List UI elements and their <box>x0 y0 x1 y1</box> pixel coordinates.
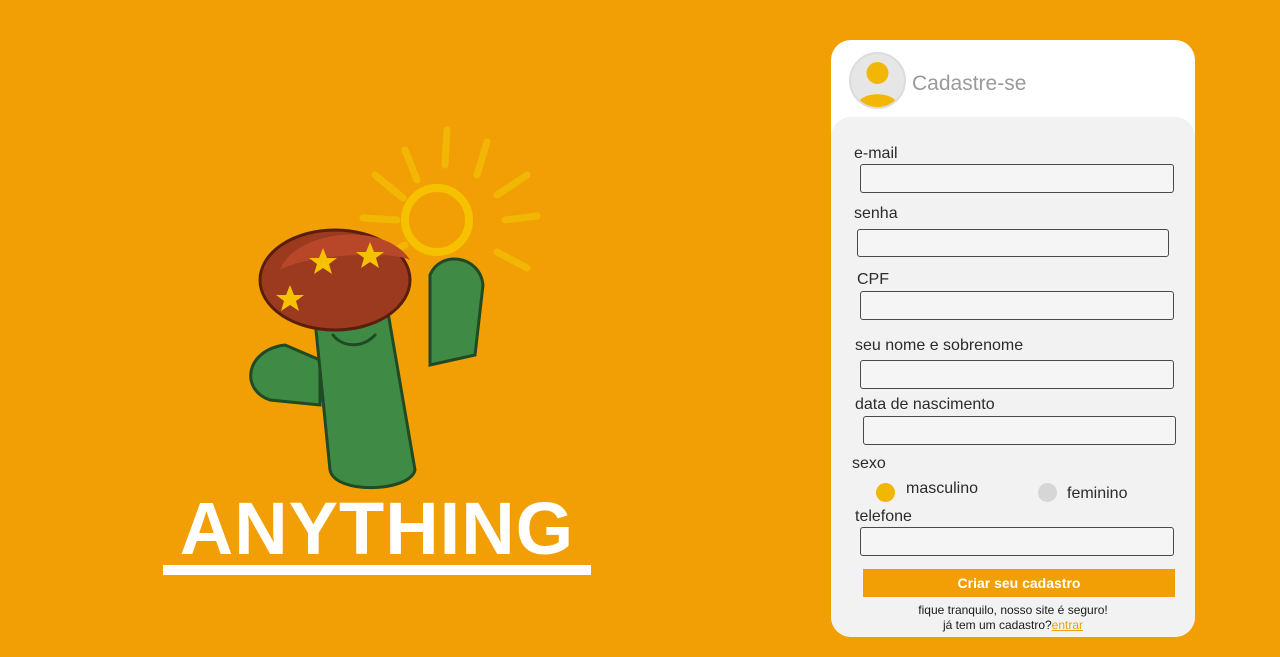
create-account-button[interactable]: Criar seu cadastro <box>863 569 1175 597</box>
radio-female-label: feminino <box>1067 485 1128 502</box>
birthdate-label: data de nascimento <box>855 396 995 413</box>
phone-label: telefone <box>855 508 912 525</box>
have-account-text: já tem um cadastro? <box>942 618 1052 632</box>
user-avatar-icon <box>849 52 906 109</box>
cpf-field[interactable] <box>860 291 1174 320</box>
signup-form: e-mail senha CPF seu nome e sobrenome da… <box>831 117 1195 637</box>
radio-male[interactable] <box>876 483 895 502</box>
phone-field[interactable] <box>860 527 1174 556</box>
cactus-mascot-illustration <box>249 126 541 490</box>
hat-icon <box>258 228 412 332</box>
brand-name: ANYTHING <box>179 487 575 570</box>
page: ANYTHING Cadastre-se e-mail senha CPF se… <box>0 0 1280 657</box>
radio-male-label: masculino <box>906 480 979 497</box>
name-label: seu nome e sobrenome <box>855 337 1024 354</box>
password-label: senha <box>854 205 898 222</box>
radio-female[interactable] <box>1038 483 1057 502</box>
signup-title: Cadastre-se <box>912 72 1027 95</box>
login-prompt: já tem um cadastro?entrar <box>831 618 1195 632</box>
brand-logo: ANYTHING <box>163 492 591 576</box>
cpf-label: CPF <box>857 271 889 288</box>
login-link[interactable]: entrar <box>1052 618 1083 632</box>
password-field[interactable] <box>857 229 1169 257</box>
name-field[interactable] <box>860 360 1174 389</box>
card-header: Cadastre-se <box>831 40 1195 120</box>
birthdate-field[interactable] <box>863 416 1176 445</box>
brand-underline <box>163 565 591 575</box>
sex-label: sexo <box>852 455 886 472</box>
email-label: e-mail <box>854 145 898 162</box>
email-field[interactable] <box>860 164 1174 193</box>
security-note: fique tranquilo, nosso site é seguro! <box>918 603 1108 617</box>
signup-card: Cadastre-se e-mail senha CPF seu nome e … <box>831 40 1195 637</box>
